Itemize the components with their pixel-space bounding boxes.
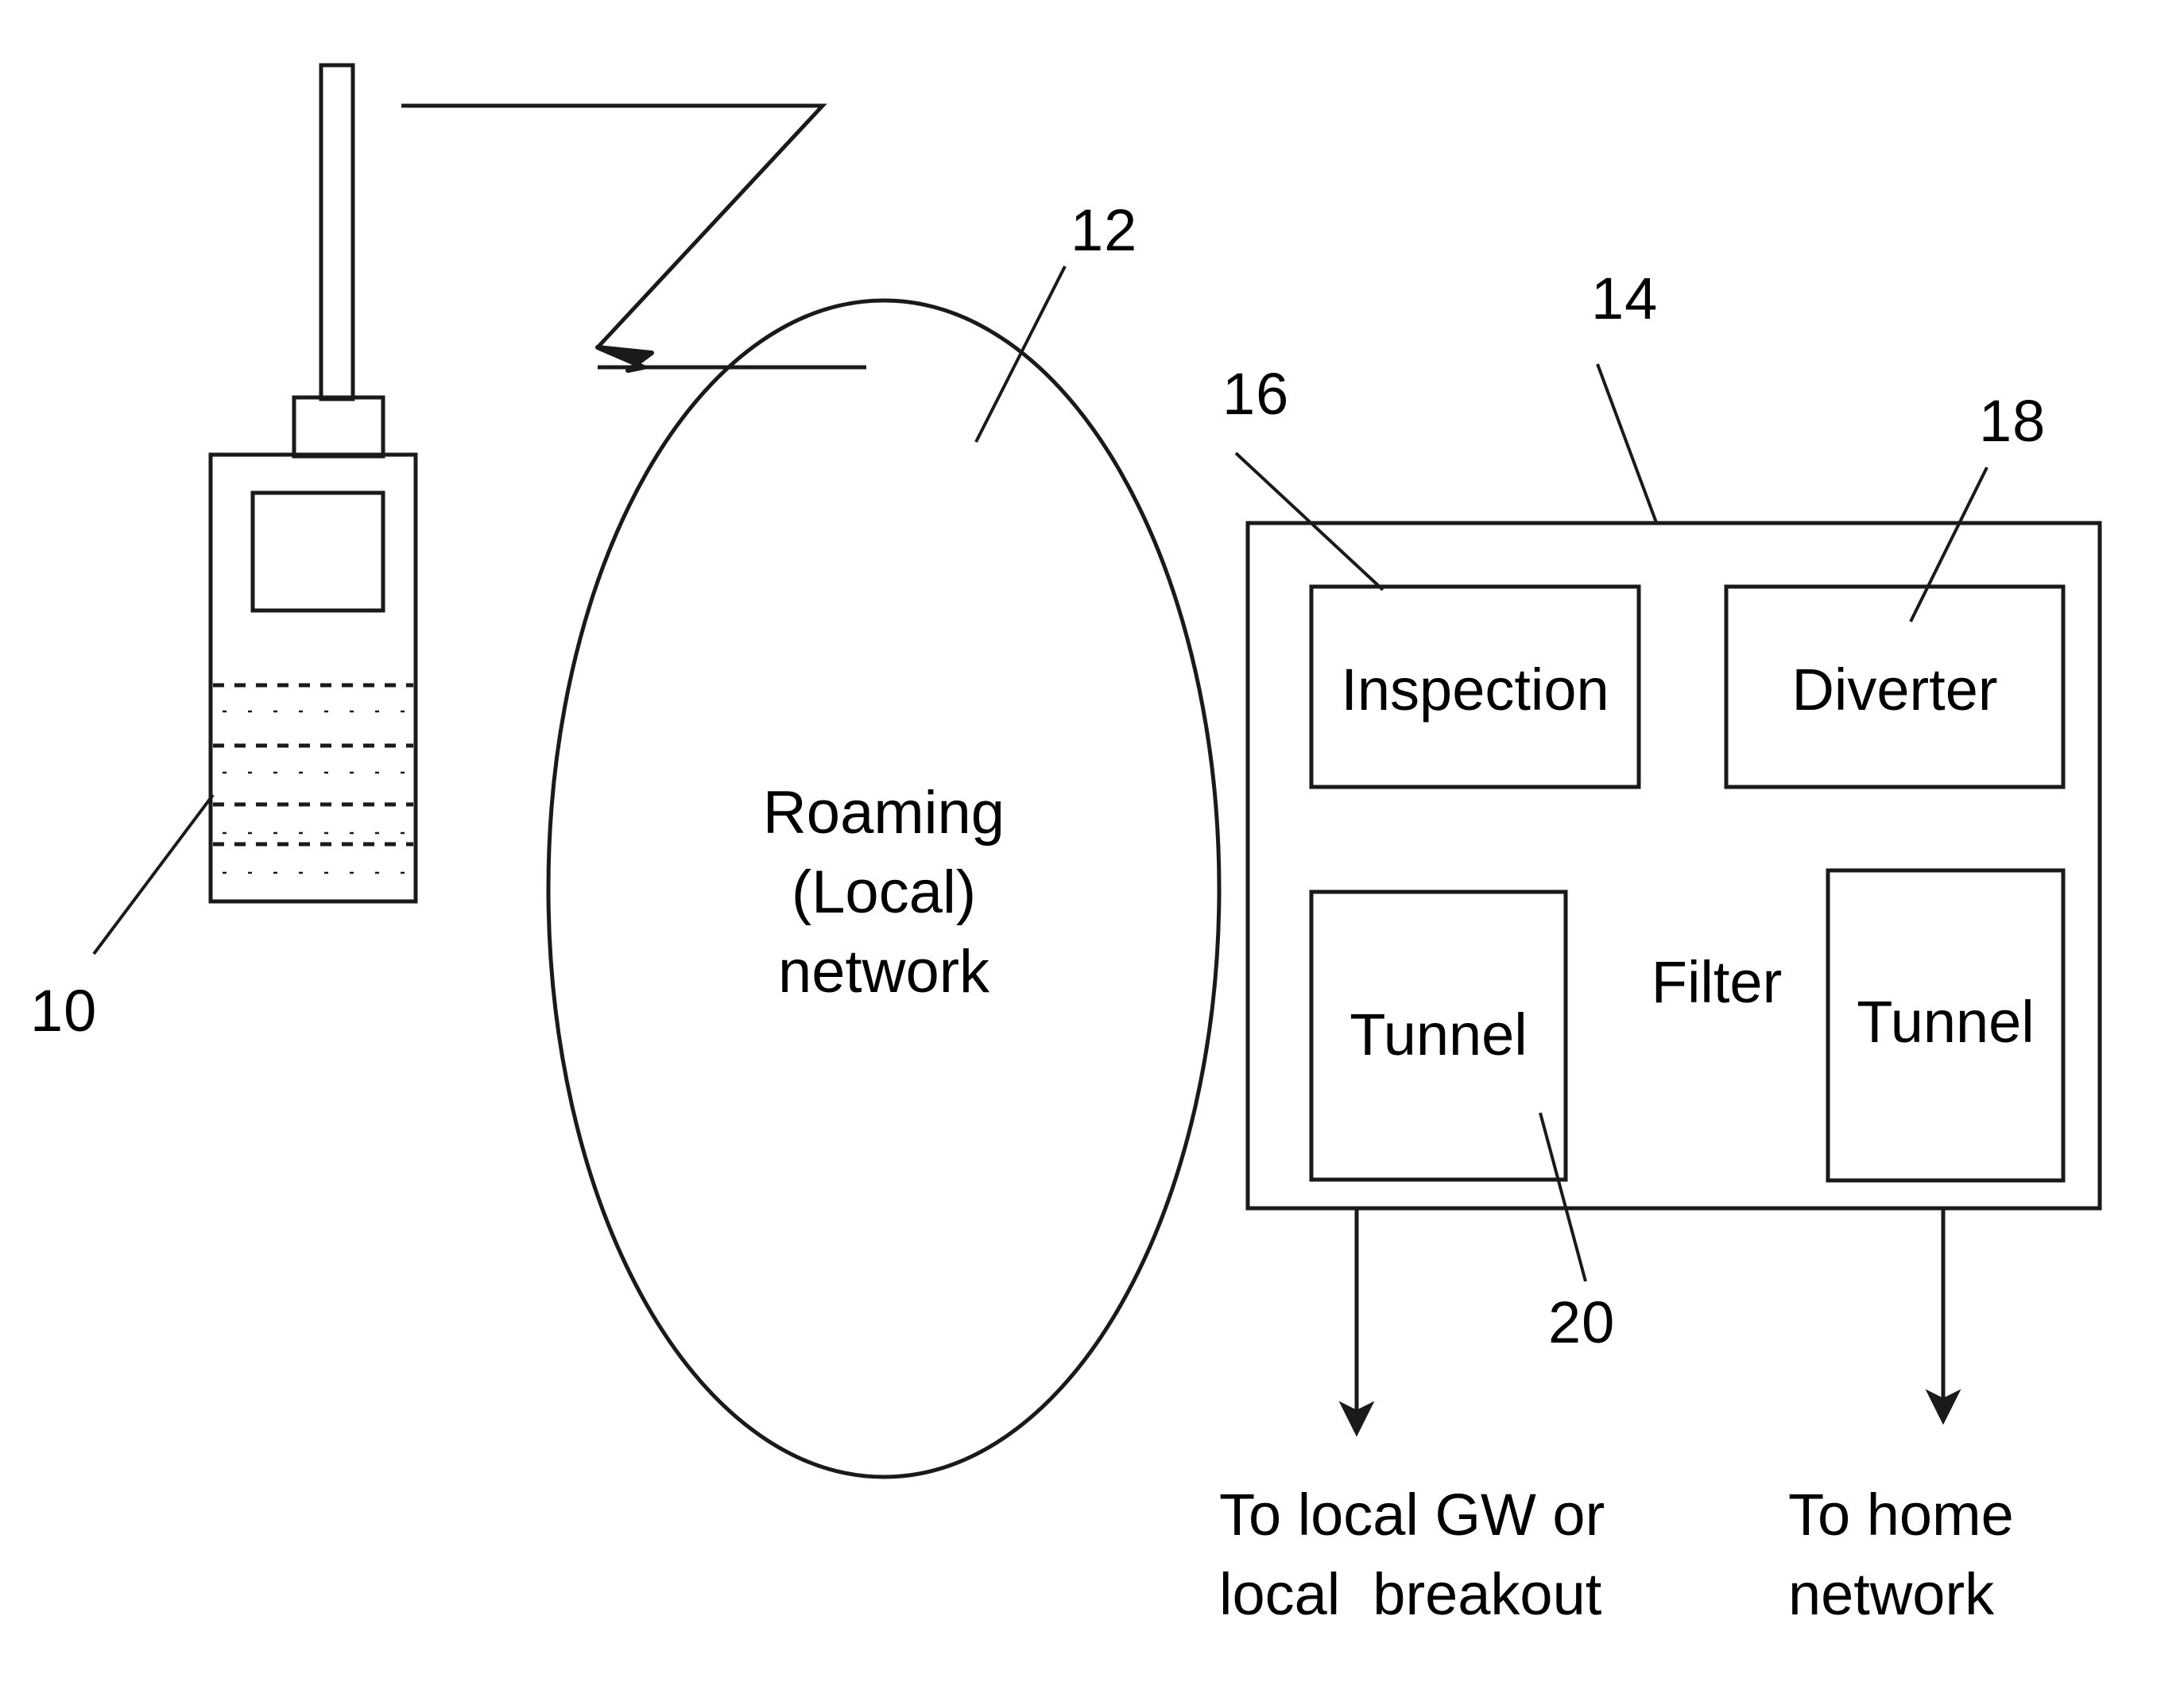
tunnel-left-label[interactable]: Tunnel xyxy=(1311,1000,1566,1069)
reference-numeral-12: 12 xyxy=(1071,197,1138,263)
leader-10 xyxy=(92,793,215,955)
leader-20 xyxy=(1539,1112,1587,1282)
leader-12 xyxy=(974,265,1067,443)
reference-numeral-20: 20 xyxy=(1548,1289,1616,1355)
antenna xyxy=(319,63,355,401)
reference-numeral-18: 18 xyxy=(1979,388,2047,454)
radio-link-arrow xyxy=(401,103,866,370)
reference-numeral-10: 10 xyxy=(30,978,98,1044)
gateway-outer-box xyxy=(1245,521,2102,1211)
roaming-network-line1: Roaming xyxy=(762,779,1005,847)
inspection-block-label[interactable]: Inspection xyxy=(1311,655,1639,724)
earpiece xyxy=(292,395,385,459)
roaming-network-line2: (Local) xyxy=(791,858,977,926)
output-left-line1: To local GW or xyxy=(1219,1482,1605,1548)
tunnel-right-label[interactable]: Tunnel xyxy=(1828,987,2063,1056)
output-left-line2: local breakout xyxy=(1219,1561,1602,1627)
output-right-line2: network xyxy=(1788,1561,1995,1627)
reference-numeral-16: 16 xyxy=(1222,361,1290,427)
filter-label: Filter xyxy=(1651,949,1783,1015)
leader-14 xyxy=(1596,363,1659,525)
keypad xyxy=(213,683,413,874)
display-screen xyxy=(250,490,385,613)
reference-numeral-14: 14 xyxy=(1591,265,1659,331)
diverter-block-label[interactable]: Diverter xyxy=(1726,655,2063,724)
output-right-line1: To home xyxy=(1788,1482,2014,1548)
leader-18 xyxy=(1909,467,1988,622)
roaming-network-line3: network xyxy=(777,938,990,1006)
figure-canvas: 10 12 14 16 18 20 Roaming (Local) networ… xyxy=(0,0,2184,1682)
